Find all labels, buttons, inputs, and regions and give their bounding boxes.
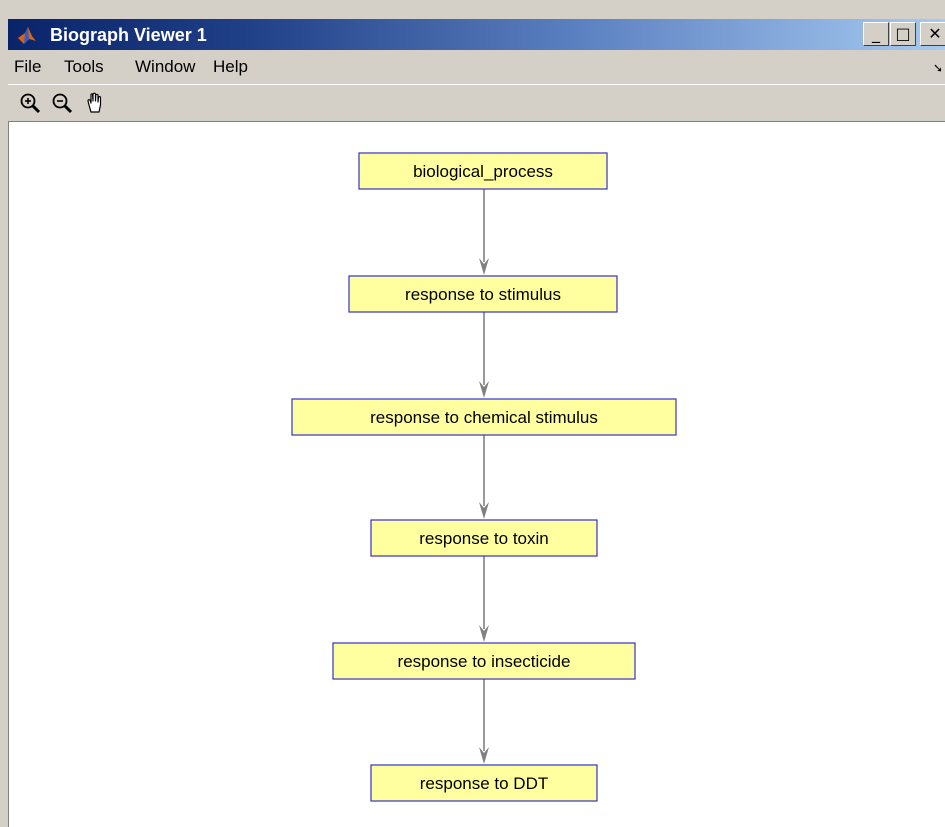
node-label: response to DDT [420,774,549,793]
zoom-out-icon[interactable] [50,91,74,115]
graph-node[interactable]: response to toxin [370,519,598,557]
menu-window[interactable]: Window [135,57,195,77]
dock-arrow-icon[interactable]: ➘ [933,61,943,75]
node-label: biological_process [413,162,553,181]
node-label: response to chemical stimulus [370,408,598,427]
graph-node[interactable]: biological_process [358,152,608,190]
graph-node[interactable]: response to stimulus [348,275,618,313]
menu-bar: File Tools Window Help ➘ [8,51,945,83]
title-bar[interactable]: Biograph Viewer 1 _ □ ✕ [8,19,945,50]
minimize-button[interactable]: _ [863,22,889,46]
pan-hand-icon[interactable] [84,91,108,115]
graph-node[interactable]: response to DDT [370,764,598,802]
menu-file[interactable]: File [14,57,41,77]
graph-node[interactable]: response to chemical stimulus [291,398,677,436]
pathway-graph: biological_process response to stimulus re… [291,152,677,802]
window-title: Biograph Viewer 1 [50,25,207,45]
maximize-icon: □ [895,24,911,43]
matlab-logo-icon [18,27,36,44]
maximize-button[interactable]: □ [890,22,916,46]
graph-node[interactable]: response to insecticide [332,642,636,680]
menu-help[interactable]: Help [213,57,248,77]
zoom-in-icon[interactable] [18,91,42,115]
node-label: response to toxin [419,529,548,548]
minimize-icon: _ [872,24,880,43]
close-button[interactable]: ✕ [920,22,945,46]
biograph-viewer-window: Biograph Viewer 1 _ □ ✕ File Tools Windo… [0,0,945,827]
tool-bar [8,84,945,121]
close-icon: ✕ [928,24,942,43]
menu-tools[interactable]: Tools [64,57,104,77]
node-label: response to stimulus [405,285,561,304]
graph-canvas[interactable]: biological_process response to stimulus re… [8,121,945,827]
node-label: response to insecticide [398,652,571,671]
